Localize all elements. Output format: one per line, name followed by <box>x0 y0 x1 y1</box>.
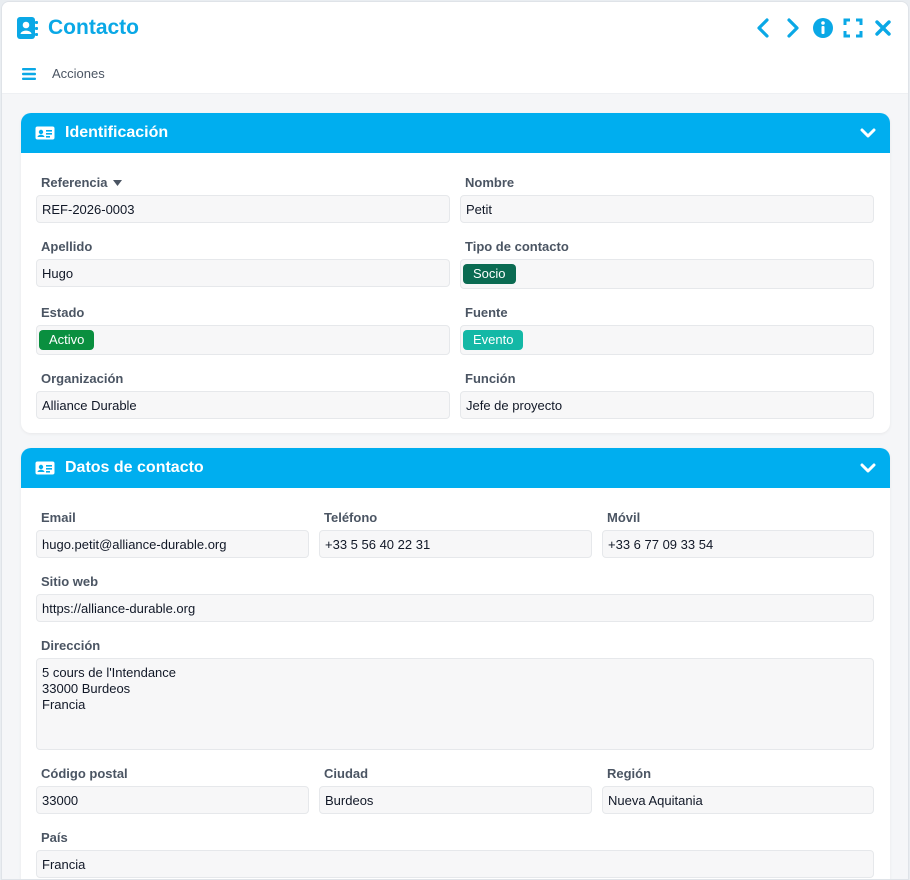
estado-badge: Activo <box>39 330 95 350</box>
caret-down-icon[interactable] <box>113 179 123 186</box>
estado-label: Estado <box>41 305 85 320</box>
actions-toolbar: Acciones <box>2 54 908 94</box>
close-icon <box>875 20 891 36</box>
movil-label: Móvil <box>607 510 641 525</box>
chevron-left-icon <box>757 18 769 38</box>
ciudad-field[interactable]: Burdeos <box>319 786 592 814</box>
organizacion-field[interactable]: Alliance Durable <box>36 391 450 419</box>
pais-field[interactable]: Francia <box>36 850 874 878</box>
chevron-down-icon[interactable] <box>860 128 876 138</box>
estado-field[interactable]: Activo <box>36 325 450 355</box>
organizacion-label: Organización <box>41 371 124 386</box>
nombre-label: Nombre <box>465 175 515 190</box>
info-button[interactable] <box>812 17 834 39</box>
window-title: Contacto <box>48 16 139 39</box>
chevron-down-icon[interactable] <box>860 463 876 473</box>
fuente-badge: Evento <box>463 330 524 350</box>
fuente-field[interactable]: Evento <box>460 325 874 355</box>
sitio-web-field[interactable]: https://alliance-durable.org <box>36 594 874 622</box>
referencia-label: Referencia <box>41 175 123 190</box>
region-field[interactable]: Nueva Aquitania <box>602 786 874 814</box>
identification-title: Identificación <box>65 124 169 141</box>
tipo-contacto-field[interactable]: Socio <box>460 259 874 289</box>
title-bar: Contacto <box>2 2 908 54</box>
identification-panel: Identificación Referencia REF-2026-0003 … <box>21 113 890 433</box>
referencia-field[interactable]: REF-2026-0003 <box>36 195 450 223</box>
contact-data-title: Datos de contacto <box>65 459 204 476</box>
info-icon <box>813 18 833 38</box>
fullscreen-button[interactable] <box>842 17 864 39</box>
email-label: Email <box>41 510 76 525</box>
direccion-label: Dirección <box>41 638 101 653</box>
region-label: Región <box>607 766 652 781</box>
contact-book-icon <box>17 17 38 39</box>
tipo-contacto-badge: Socio <box>463 264 516 284</box>
apellido-label: Apellido <box>41 239 93 254</box>
telefono-field[interactable]: +33 5 56 40 22 31 <box>319 530 592 558</box>
id-card-icon <box>35 461 55 475</box>
fuente-label: Fuente <box>465 305 508 320</box>
nombre-field[interactable]: Petit <box>460 195 874 223</box>
pais-label: País <box>41 830 68 845</box>
id-card-icon <box>35 126 55 140</box>
codigo-postal-label: Código postal <box>41 766 128 781</box>
contact-data-panel-header[interactable]: Datos de contacto <box>21 448 890 488</box>
funcion-label: Función <box>465 371 516 386</box>
codigo-postal-field[interactable]: 33000 <box>36 786 309 814</box>
actions-menu[interactable]: Acciones <box>52 66 105 81</box>
contact-window: Contacto Acciones Identificación Referen… <box>1 1 909 880</box>
contact-data-panel: Datos de contacto Email hugo.petit@allia… <box>21 448 890 879</box>
funcion-field[interactable]: Jefe de proyecto <box>460 391 874 419</box>
window-actions <box>752 17 894 39</box>
hamburger-menu-icon[interactable] <box>22 67 36 80</box>
close-button[interactable] <box>872 17 894 39</box>
identification-panel-header[interactable]: Identificación <box>21 113 890 153</box>
email-field[interactable]: hugo.petit@alliance-durable.org <box>36 530 309 558</box>
ciudad-label: Ciudad <box>324 766 369 781</box>
fullscreen-icon <box>843 18 863 38</box>
telefono-label: Teléfono <box>324 510 378 525</box>
chevron-right-icon <box>787 18 799 38</box>
next-button[interactable] <box>782 17 804 39</box>
movil-field[interactable]: +33 6 77 09 33 54 <box>602 530 874 558</box>
tipo-contacto-label: Tipo de contacto <box>465 239 569 254</box>
apellido-field[interactable]: Hugo <box>36 259 450 287</box>
direccion-textarea[interactable]: 5 cours de l'Intendance 33000 Burdeos Fr… <box>36 658 874 750</box>
previous-button[interactable] <box>752 17 774 39</box>
sitio-web-label: Sitio web <box>41 574 99 589</box>
